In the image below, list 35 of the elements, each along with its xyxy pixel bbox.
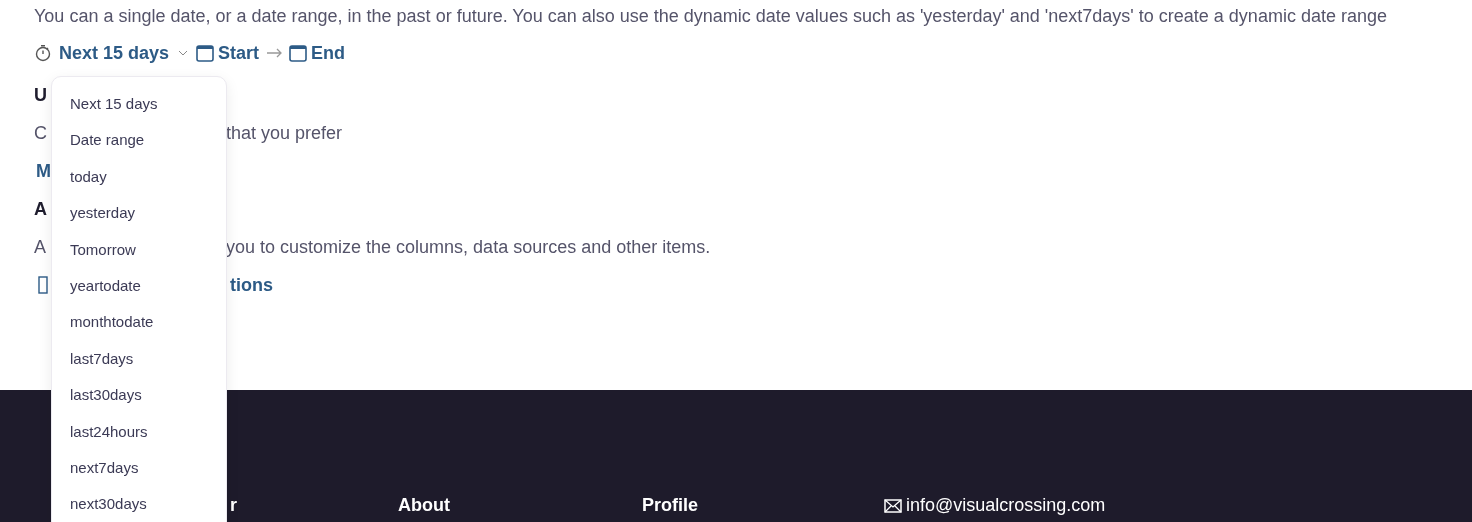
arrow-right-icon [267,48,284,58]
calendar-icon [289,44,308,62]
description-text: that you prefer [226,122,343,144]
footer-heading: r [230,495,238,516]
footer-heading: Profile [642,495,699,516]
description-text: A [34,236,46,258]
dropdown-option[interactable]: Date range [52,122,226,159]
dropdown-option[interactable]: yesterday [52,195,226,232]
description-text: C [34,122,47,144]
end-date-button[interactable]: End [307,42,346,64]
options-link[interactable]: tions [226,274,273,296]
dropdown-option[interactable]: last24hours [52,413,226,450]
section-heading: U [34,84,47,106]
dropdown-option[interactable]: monthtodate [52,304,226,341]
chevron-icon [178,50,189,56]
envelope-icon [884,498,902,513]
frame-icon [38,276,48,294]
date-preset-dropdown[interactable]: Next 15 days [59,42,197,64]
unit-button[interactable]: M [36,160,51,182]
dropdown-option[interactable]: today [52,158,226,196]
dropdown-option[interactable]: Next 15 days [52,86,226,123]
dropdown-option[interactable]: next7days [52,449,226,487]
dropdown-option[interactable]: last7days [52,340,226,378]
dropdown-option[interactable]: next30days [52,486,226,522]
footer-heading: About [398,495,451,516]
intro-text: You can a single date, or a date range, in the past or future. You can also use the dynamic date values such as 'yesterday' and 'next7days' to create a dynamic date range [33,5,1388,28]
description-text: you to customize the columns, data sources and other items. [226,236,711,258]
dropdown-option[interactable]: last30days [52,377,226,414]
dropdown-option[interactable]: yeartodate [52,267,226,305]
start-date-button[interactable]: Start [214,42,260,64]
calendar-icon [196,44,215,62]
section-heading: A [34,198,47,220]
dropdown-option[interactable]: Tomorrow [52,231,226,268]
email-link[interactable]: info@visualcrossing.com [884,495,1472,516]
stopwatch-icon [34,44,52,62]
